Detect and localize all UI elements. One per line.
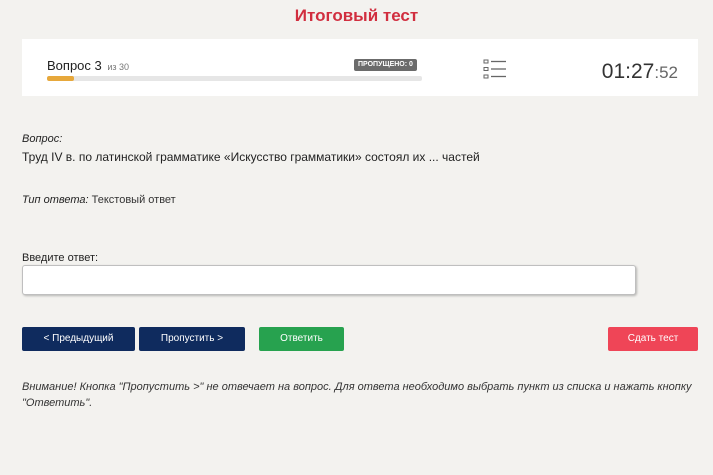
timer-main: 01:27 [601, 60, 655, 83]
question-counter: Вопрос 3 из 30 [47, 58, 129, 73]
progress-bar [47, 76, 422, 81]
skipped-badge: ПРОПУЩЕНО: 0 [354, 59, 417, 71]
list-icon[interactable] [483, 59, 507, 79]
submit-test-button[interactable]: Сдать тест [608, 327, 698, 351]
question-total: из 30 [107, 62, 130, 72]
warning-text: Внимание! Кнопка "Пропустить >" не отвеч… [22, 381, 692, 409]
timer: 01:27:52 [602, 60, 678, 84]
question-number: Вопрос 3 [47, 58, 102, 73]
answer-type-label: Тип ответа: [22, 194, 89, 206]
answer-input-label: Введите ответ: [22, 252, 99, 264]
answer-input[interactable] [22, 265, 636, 295]
progress-fill [47, 76, 75, 81]
answer-type: Тип ответа: Текстовый ответ [22, 194, 176, 206]
question-label: Вопрос: [22, 133, 63, 145]
skip-button[interactable]: Пропустить > [139, 327, 245, 351]
page-title: Итоговый тест [294, 6, 419, 25]
question-text: Труд IV в. по латинской грамматике «Иску… [22, 150, 480, 164]
previous-button[interactable]: < Предыдущий [22, 327, 135, 351]
answer-type-value: Текстовый ответ [91, 194, 176, 206]
timer-seconds: :52 [654, 63, 678, 82]
answer-button[interactable]: Ответить [259, 327, 344, 351]
question-header-panel: Вопрос 3 из 30 ПРОПУЩЕНО: 0 01:27:52 [22, 39, 698, 96]
